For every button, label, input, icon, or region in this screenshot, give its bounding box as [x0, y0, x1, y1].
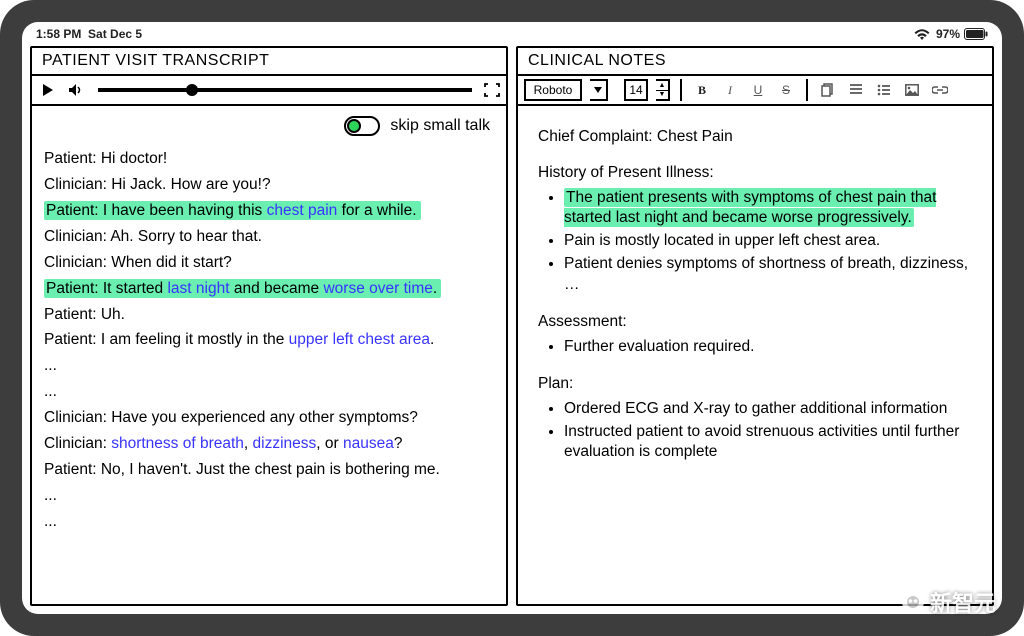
watermark: 新智元 — [902, 586, 996, 618]
font-family-dropdown[interactable] — [590, 79, 608, 101]
font-size-up[interactable]: ▲ — [656, 81, 668, 91]
keyword: shortness of breath — [111, 435, 244, 452]
keyword: nausea — [343, 435, 394, 452]
transcript-line: ... — [44, 512, 494, 533]
notes-body[interactable]: Chief Complaint: Chest Pain History of P… — [518, 106, 992, 477]
skip-small-talk-toggle[interactable] — [344, 116, 380, 136]
editor-toolbar: Roboto 14 ▲▼ B I U S — [518, 76, 992, 106]
chief-complaint: Chief Complaint: Chest Pain — [538, 128, 972, 146]
notes-section-heading: History of Present Illness: — [538, 164, 972, 182]
bold-button[interactable]: B — [692, 80, 712, 100]
link-icon[interactable] — [930, 80, 950, 100]
skip-small-talk-label: skip small talk — [390, 117, 490, 135]
font-size-input[interactable]: 14 — [624, 79, 648, 101]
volume-icon[interactable] — [66, 80, 86, 100]
seek-track[interactable] — [98, 88, 472, 92]
transcript-line: Patient: No, I haven't. Just the chest p… — [44, 460, 494, 481]
transcript-line: Clinician: Have you experienced any othe… — [44, 408, 494, 429]
underline-button[interactable]: U — [748, 80, 768, 100]
notes-item: The patient presents with symptoms of ch… — [564, 188, 972, 228]
keyword: last night — [167, 280, 229, 297]
font-size-stepper[interactable]: ▲▼ — [656, 79, 670, 101]
transcript-line: ... — [44, 356, 494, 377]
keyword: dizziness — [253, 435, 317, 452]
transcript-line: ... — [44, 486, 494, 507]
copy-icon[interactable] — [818, 80, 838, 100]
transcript-line: Patient: It started last night and becam… — [44, 279, 494, 300]
notes-pane: CLINICAL NOTES Roboto 14 ▲▼ B I U S — [516, 46, 994, 606]
notes-item: Further evaluation required. — [564, 337, 972, 357]
notes-section-heading: Plan: — [538, 375, 972, 393]
transcript-title: PATIENT VISIT TRANSCRIPT — [32, 48, 506, 76]
font-size-down[interactable]: ▼ — [656, 91, 668, 100]
transcript-line: Patient: Hi doctor! — [44, 149, 494, 170]
tablet-frame: 1:58 PM Sat Dec 5 97% PATIENT VISIT TRAN… — [0, 0, 1024, 636]
transcript-line: Patient: Uh. — [44, 305, 494, 326]
watermark-text: 新智元 — [930, 586, 996, 618]
notes-section-list: Ordered ECG and X-ray to gather addition… — [538, 399, 972, 462]
notes-item: Instructed patient to avoid strenuous ac… — [564, 422, 972, 462]
transcript-line: Clinician: When did it start? — [44, 253, 494, 274]
transcript-line: Patient: I have been having this chest p… — [44, 201, 494, 222]
transcript-line: ... — [44, 382, 494, 403]
notes-title: CLINICAL NOTES — [518, 48, 992, 76]
transcript-body: Patient: Hi doctor! Clinician: Hi Jack. H… — [32, 140, 506, 550]
notes-section-list: Further evaluation required. — [538, 337, 972, 357]
transcript-line: Clinician: shortness of breath, dizzines… — [44, 434, 494, 455]
screen: 1:58 PM Sat Dec 5 97% PATIENT VISIT TRAN… — [22, 22, 1002, 614]
keyword: chest pain — [267, 202, 338, 219]
notes-item: Ordered ECG and X-ray to gather addition… — [564, 399, 972, 419]
battery-percent: 97% — [936, 27, 960, 41]
transcript-pane: PATIENT VISIT TRANSCRIPT — [30, 46, 508, 606]
keyword: upper left chest area — [289, 331, 430, 348]
notes-section-heading: Assessment: — [538, 313, 972, 331]
watermark-icon — [902, 591, 924, 613]
strikethrough-button[interactable]: S — [776, 80, 796, 100]
battery-indicator: 97% — [936, 27, 988, 41]
align-icon[interactable] — [846, 80, 866, 100]
status-date: Sat Dec 5 — [88, 27, 142, 41]
media-bar — [32, 76, 506, 106]
seek-thumb[interactable] — [186, 84, 198, 96]
keyword: worse over time — [323, 280, 432, 297]
fullscreen-button[interactable] — [484, 83, 500, 97]
notes-section-list: The patient presents with symptoms of ch… — [538, 188, 972, 295]
play-button[interactable] — [38, 80, 58, 100]
status-bar: 1:58 PM Sat Dec 5 97% — [22, 22, 1002, 46]
list-icon[interactable] — [874, 80, 894, 100]
transcript-line: Clinician: Ah. Sorry to hear that. — [44, 227, 494, 248]
transcript-line: Patient: I am feeling it mostly in the u… — [44, 330, 494, 351]
image-icon[interactable] — [902, 80, 922, 100]
battery-icon — [964, 28, 988, 40]
wifi-icon — [914, 27, 930, 41]
font-family-select[interactable]: Roboto — [524, 79, 582, 101]
italic-button[interactable]: I — [720, 80, 740, 100]
notes-item: Pain is mostly located in upper left che… — [564, 231, 972, 251]
transcript-line: Clinician: Hi Jack. How are you!? — [44, 175, 494, 196]
status-time: 1:58 PM — [36, 27, 81, 41]
notes-item: Patient denies symptoms of shortness of … — [564, 254, 972, 294]
